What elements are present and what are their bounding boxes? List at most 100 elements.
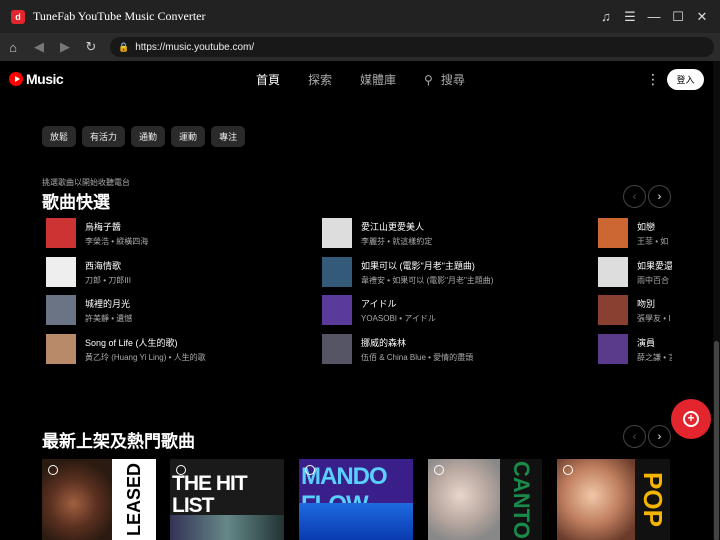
url-field[interactable]: 🔒 https://music.youtube.com/ — [110, 37, 714, 57]
list-item[interactable]: 如果愛還 雨中百合 — [598, 257, 672, 287]
chip-relax[interactable]: 放鬆 — [42, 126, 77, 147]
song-artist: 雨中百合 — [637, 275, 669, 285]
chip-focus[interactable]: 專注 — [211, 126, 246, 147]
reload-icon[interactable]: ↻ — [78, 33, 104, 61]
song-thumbnail — [598, 257, 628, 287]
album-art — [170, 515, 284, 540]
song-title: 如果可以 (電影"月老"主題曲) — [361, 260, 475, 271]
album-card[interactable]: THE HIT LIST — [170, 459, 284, 540]
album-label: CANTO — [500, 459, 542, 540]
app-logo-icon: d — [11, 9, 25, 24]
url-text: https://music.youtube.com/ — [135, 41, 255, 53]
address-bar: ⌂ ◀ ▶ ↻ 🔒 https://music.youtube.com/ — [0, 33, 720, 61]
pin-icon — [305, 465, 315, 475]
song-title: 城裡的月光 — [85, 298, 131, 309]
album-art — [299, 503, 413, 540]
pin-icon — [48, 465, 58, 475]
song-artist: 李榮浩 • 縱橫四海 — [85, 236, 149, 246]
song-title: 演員 — [637, 337, 656, 348]
album-card[interactable]: LEASED — [42, 459, 156, 540]
song-artist: 李麗芬 • 就這樣約定 — [361, 236, 433, 246]
song-artist: 王菲 • 如 — [637, 236, 669, 246]
list-item[interactable]: アイドル YOASOBI • アイドル — [322, 295, 582, 325]
add-to-convert-button[interactable]: + — [671, 399, 711, 439]
song-title: 吻別 — [637, 298, 656, 309]
chip-commute[interactable]: 通勤 — [131, 126, 166, 147]
song-title: 西海情歌 — [85, 260, 122, 271]
title-bar: d TuneFab YouTube Music Converter ♫ ☰ — … — [0, 0, 720, 33]
top-nav: 首頁 探索 媒體庫 ⚲ 搜尋 — [256, 71, 493, 88]
song-thumbnail — [322, 218, 352, 248]
album-card[interactable]: MANDO FLOW — [299, 459, 413, 540]
menu-icon[interactable]: ☰ — [620, 7, 640, 27]
nav-explore[interactable]: 探索 — [308, 71, 332, 88]
song-title: 挪威的森林 — [361, 337, 407, 348]
list-item[interactable]: Song of Life (人生的歌) 黃乙玲 (Huang Yi Ling) •… — [46, 334, 306, 364]
sign-in-button[interactable]: 登入 — [667, 69, 704, 90]
chip-energize[interactable]: 有活力 — [82, 126, 126, 147]
song-thumbnail — [46, 334, 76, 364]
close-icon[interactable]: ✕ — [692, 7, 712, 27]
yt-header: Music 首頁 探索 媒體庫 ⚲ 搜尋 ⋮ 登入 — [0, 61, 720, 99]
song-title: 烏梅子醬 — [85, 221, 122, 232]
song-thumbnail — [598, 218, 628, 248]
logo-text: Music — [26, 71, 64, 87]
pin-icon — [563, 465, 573, 475]
album-card[interactable]: POP — [557, 459, 670, 540]
home-icon[interactable]: ⌂ — [0, 33, 26, 61]
album-card[interactable]: CANTO — [428, 459, 542, 540]
list-item[interactable]: 如戀王菲 • 如 — [598, 218, 672, 248]
quick-picks-subtitle: 挑選歌曲以開始收聽電台 — [42, 178, 130, 187]
song-artist: 薛之謙 • 言 — [637, 352, 672, 362]
list-item[interactable]: 如果可以 (電影"月老"主題曲) 韋禮安 • 如果可以 (電影"月老"主題曲) — [322, 257, 582, 287]
yt-music-logo[interactable]: Music — [9, 71, 64, 87]
search-icon[interactable]: ⚲ — [424, 73, 433, 87]
minimize-icon[interactable]: — — [644, 7, 664, 27]
song-thumbnail — [46, 218, 76, 248]
back-icon[interactable]: ◀ — [26, 33, 52, 61]
list-item[interactable]: 烏梅子醬李榮浩 • 縱橫四海 — [46, 218, 306, 248]
song-thumbnail — [46, 295, 76, 325]
app-title: TuneFab YouTube Music Converter — [33, 9, 206, 23]
album-label: LEASED — [112, 459, 156, 540]
song-title: アイドル — [361, 298, 397, 309]
list-item[interactable]: 演員薛之謙 • 言 — [598, 334, 672, 364]
song-title: 如戀 — [637, 221, 656, 232]
chip-workout[interactable]: 運動 — [171, 126, 206, 147]
list-item[interactable]: 挪威的森林伍佰 & China Blue • 愛情的盡頭 — [322, 334, 582, 364]
plus-icon: + — [683, 411, 699, 427]
quick-picks-title: 歌曲快選 — [42, 193, 110, 212]
song-artist: 伍佰 & China Blue • 愛情的盡頭 — [361, 352, 474, 362]
list-item[interactable]: 城裡的月光許美靜 • 遺憾 — [46, 295, 306, 325]
forward-icon[interactable]: ▶ — [52, 33, 78, 61]
nav-search[interactable]: 搜尋 — [441, 71, 465, 88]
scroll-thumb[interactable] — [714, 341, 719, 540]
prev-icon[interactable]: ‹ — [623, 425, 646, 448]
more-options-icon[interactable]: ⋮ — [646, 71, 660, 88]
next-icon[interactable]: › — [648, 185, 671, 208]
song-thumbnail — [322, 334, 352, 364]
song-thumbnail — [46, 257, 76, 287]
nav-library[interactable]: 媒體庫 — [360, 71, 396, 88]
window-controls: ♫ ☰ — ☐ ✕ — [596, 0, 712, 33]
song-thumbnail — [598, 334, 628, 364]
list-item[interactable]: 愛江山更愛美人 李麗芬 • 就這樣約定 — [322, 218, 582, 248]
lock-icon: 🔒 — [118, 41, 130, 52]
list-item[interactable]: 西海情歌 刀郎 • 刀郎III — [46, 257, 306, 287]
song-artist: 黃乙玲 (Huang Yi Ling) • 人生的歌 — [85, 352, 206, 362]
music-note-icon[interactable]: ♫ — [596, 7, 616, 27]
scrollbar[interactable] — [713, 61, 720, 540]
song-artist: YOASOBI • アイドル — [361, 313, 436, 323]
maximize-icon[interactable]: ☐ — [668, 7, 688, 27]
song-title: Song of Life (人生的歌) — [85, 337, 178, 348]
song-thumbnail — [598, 295, 628, 325]
list-item[interactable]: 吻別 張學友 • I — [598, 295, 672, 325]
nav-home[interactable]: 首頁 — [256, 71, 280, 88]
prev-icon[interactable]: ‹ — [623, 185, 646, 208]
album-label: THE HIT LIST — [172, 472, 248, 517]
song-thumbnail — [322, 295, 352, 325]
song-title: 如果愛還 — [637, 260, 672, 271]
pin-icon — [434, 465, 444, 475]
next-icon[interactable]: › — [648, 425, 671, 448]
song-artist: 許美靜 • 遺憾 — [85, 313, 133, 323]
